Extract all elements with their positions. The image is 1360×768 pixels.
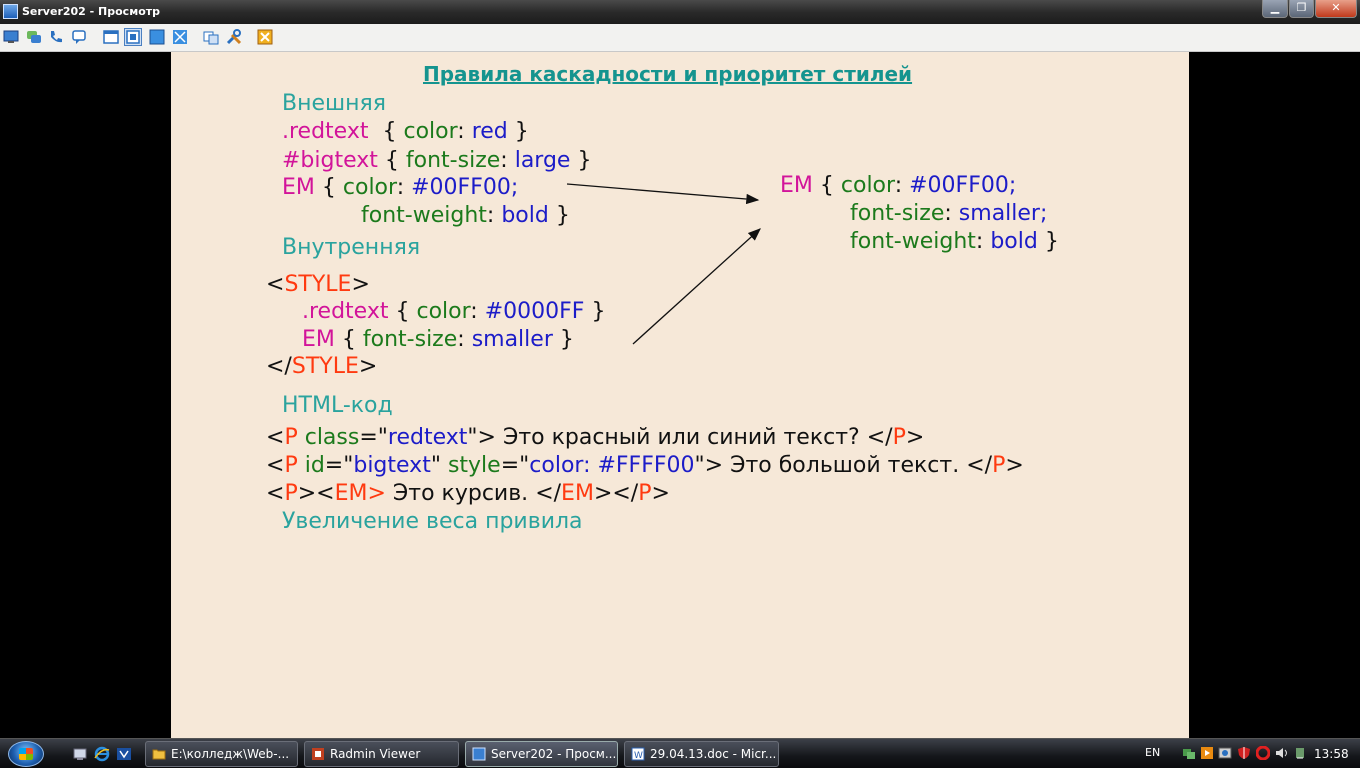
send-message-button[interactable]: [71, 29, 87, 45]
internal-rule-redtext: .redtext { color: #0000FF }: [302, 299, 606, 324]
taskbar-button-word[interactable]: W 29.04.13.doc - Micr...: [624, 741, 779, 767]
fullscreen-icon: [126, 30, 140, 44]
close-connection-icon: [257, 29, 273, 45]
close-icon: ✕: [1331, 1, 1341, 14]
html-line-em: <P><EM> Это курсив. </EM></P>: [266, 481, 670, 506]
radmin-app-icon: [3, 4, 18, 19]
style-open-tag: <STYLE>: [266, 272, 370, 297]
taskbar-button-explorer[interactable]: E:\колледж\Web-...: [145, 741, 298, 767]
language-indicator[interactable]: EN: [1145, 746, 1160, 759]
svg-text:W: W: [634, 751, 643, 761]
media-icon[interactable]: [116, 746, 132, 762]
window-title-bar: Server202 - Просмотр ▁ ❐ ✕: [0, 0, 1360, 24]
scale-button[interactable]: [172, 29, 188, 45]
taskbar-clock[interactable]: 13:58: [1314, 747, 1349, 761]
send-message-icon: [72, 30, 86, 44]
show-desktop-icon[interactable]: [72, 746, 88, 762]
fullscreen-button[interactable]: [124, 28, 142, 46]
security-shield-icon[interactable]: [1237, 746, 1251, 760]
radmin-tray-icon[interactable]: [1218, 746, 1232, 760]
scale-icon: [173, 30, 187, 44]
network-tray-icon[interactable]: [1182, 746, 1196, 760]
viewer-toolbar: [0, 24, 1360, 52]
windows-logo-icon: [19, 748, 33, 760]
html-code-label: HTML-код: [282, 393, 393, 418]
result-rule-font-weight: font-weight: bold }: [850, 229, 1059, 254]
voice-chat-icon: [51, 31, 62, 43]
minimize-button[interactable]: ▁: [1262, 0, 1288, 18]
internal-label: Внутренняя: [282, 235, 421, 260]
word-icon: W: [631, 747, 645, 761]
view-mode-button[interactable]: [3, 29, 19, 45]
usb-safe-remove-icon[interactable]: [1293, 746, 1307, 760]
media-player-tray-icon[interactable]: [1200, 746, 1214, 760]
external-rule-em-weight: font-weight: bold }: [361, 203, 570, 228]
stretch-button[interactable]: [149, 29, 165, 45]
settings-icon: [226, 29, 242, 45]
close-button[interactable]: ✕: [1315, 0, 1357, 18]
folder-icon: [152, 749, 166, 760]
external-rule-redtext: .redtext { color: red }: [282, 119, 529, 144]
external-rule-em: EM { color: #00FF00;: [282, 175, 519, 200]
opera-tray-icon[interactable]: [1256, 746, 1270, 760]
chat-icon: [27, 31, 41, 43]
internal-rule-em: EM { font-size: smaller }: [302, 327, 574, 352]
weight-increase-label: Увеличение веса привила: [282, 509, 583, 534]
html-line-redtext: <P class="redtext"> Это красный или сини…: [266, 425, 925, 450]
result-rule-font-size: font-size: smaller;: [850, 201, 1048, 226]
taskbar-button-radmin-viewer[interactable]: Radmin Viewer: [304, 741, 459, 767]
maximize-icon: ❐: [1296, 1, 1307, 14]
volume-icon[interactable]: [1275, 746, 1289, 760]
maximize-button[interactable]: ❐: [1289, 0, 1314, 18]
clipboard-icon: [203, 31, 219, 45]
html-line-bigtext: <P id="bigtext" style="color: #FFFF00"> …: [266, 453, 1024, 478]
clipboard-button[interactable]: [203, 29, 219, 45]
view-mode-icon: [3, 30, 19, 43]
settings-button[interactable]: [226, 29, 242, 45]
window-mode-button[interactable]: [103, 29, 119, 45]
radmin-window-icon: [472, 747, 486, 761]
windows-taskbar: E:\колледж\Web-... Radmin Viewer Server2…: [0, 738, 1360, 768]
minimize-icon: ▁: [1270, 1, 1280, 14]
window-title: Server202 - Просмотр: [22, 5, 161, 18]
result-rule-em: EM { color: #00FF00;: [780, 173, 1017, 198]
internet-explorer-icon[interactable]: [94, 746, 110, 762]
chat-button[interactable]: [26, 29, 42, 45]
stretch-icon: [149, 29, 165, 45]
window-mode-icon: [103, 30, 119, 44]
voice-chat-button[interactable]: [48, 29, 64, 45]
radmin-icon: [312, 748, 324, 760]
close-connection-button[interactable]: [257, 29, 273, 45]
style-close-tag: </STYLE>: [266, 354, 378, 379]
external-rule-bigtext: #bigtext { font-size: large }: [282, 148, 592, 173]
start-button[interactable]: [8, 741, 44, 767]
slide-title: Правила каскадности и приоритет стилей: [423, 62, 913, 86]
taskbar-button-server202[interactable]: Server202 - Просм...: [465, 741, 618, 767]
external-label: Внешняя: [282, 91, 386, 116]
